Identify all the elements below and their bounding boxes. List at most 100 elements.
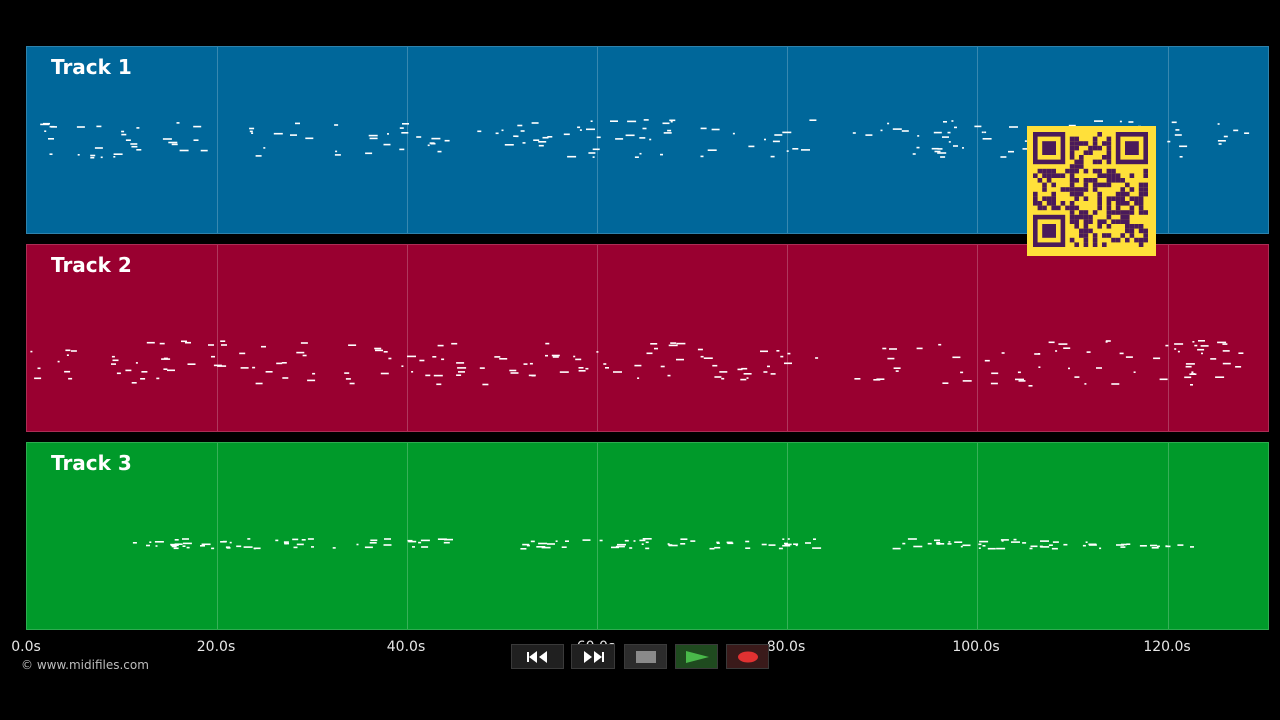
qr-module xyxy=(1074,214,1079,220)
midi-note xyxy=(510,372,519,374)
midi-note xyxy=(1222,362,1231,365)
midi-note xyxy=(263,147,266,149)
midi-note xyxy=(901,130,909,132)
play-button[interactable] xyxy=(675,644,718,669)
midi-note xyxy=(509,369,517,372)
qr-code-image xyxy=(1033,132,1148,247)
midi-note xyxy=(1084,383,1087,385)
qr-module xyxy=(1079,155,1084,160)
midi-note xyxy=(934,150,941,153)
midi-note xyxy=(979,540,989,543)
midi-note xyxy=(1244,132,1250,134)
fast-forward-button[interactable] xyxy=(571,644,615,669)
qr-module xyxy=(1092,141,1098,146)
record-icon xyxy=(737,651,758,662)
midi-note xyxy=(649,138,652,141)
qr-module xyxy=(1060,201,1066,206)
rewind-button[interactable] xyxy=(511,644,564,669)
midi-note xyxy=(51,126,57,128)
midi-note xyxy=(1001,540,1004,542)
qr-module xyxy=(1074,205,1079,211)
midi-note xyxy=(605,367,609,369)
qr-module xyxy=(1129,228,1135,234)
midi-note xyxy=(1048,341,1055,344)
midi-note xyxy=(1096,367,1102,369)
midi-note xyxy=(530,540,535,543)
midi-note xyxy=(1011,541,1020,543)
qr-module xyxy=(1083,150,1089,155)
midi-note xyxy=(1040,546,1050,548)
qr-module xyxy=(1129,173,1135,178)
midi-note xyxy=(1099,547,1102,550)
record-button[interactable] xyxy=(726,644,769,669)
qr-module xyxy=(1074,145,1079,151)
midi-note xyxy=(1197,348,1205,351)
qr-module xyxy=(1125,201,1130,206)
midi-note xyxy=(561,546,567,548)
midi-note xyxy=(668,344,678,347)
qr-module xyxy=(1125,219,1130,224)
qr-module xyxy=(1097,224,1102,229)
midi-note xyxy=(611,546,619,549)
midi-note xyxy=(499,358,508,360)
qr-module xyxy=(1120,214,1125,220)
midi-note xyxy=(887,357,895,360)
midi-note xyxy=(401,365,404,367)
midi-note xyxy=(345,378,351,380)
time-tick-label: 0.0s xyxy=(11,639,41,655)
track-2-lane[interactable]: Track 2 xyxy=(26,244,1269,432)
midi-note xyxy=(419,359,425,362)
qr-module xyxy=(1046,173,1052,178)
qr-module xyxy=(1069,187,1075,192)
midi-note xyxy=(112,359,119,362)
midi-note xyxy=(135,362,138,364)
midi-note xyxy=(907,538,917,540)
midi-note xyxy=(639,539,646,542)
midi-note xyxy=(285,542,289,545)
notes-area xyxy=(30,340,1244,387)
qr-module xyxy=(1097,145,1102,151)
midi-note xyxy=(1009,126,1018,128)
midi-note xyxy=(437,150,442,153)
midi-note xyxy=(764,138,766,141)
qr-module xyxy=(1074,224,1079,229)
midi-note xyxy=(311,546,314,548)
qr-module xyxy=(1097,205,1102,211)
midi-note xyxy=(991,372,999,375)
midi-note xyxy=(182,538,189,540)
midi-note xyxy=(76,126,85,128)
midi-note xyxy=(200,545,205,547)
midi-note xyxy=(70,350,77,352)
midi-note xyxy=(880,129,883,132)
qr-code xyxy=(1027,126,1156,256)
midi-note xyxy=(1177,350,1180,353)
qr-module xyxy=(1129,196,1135,201)
midi-note xyxy=(916,146,920,149)
midi-note xyxy=(146,544,150,547)
midi-note xyxy=(171,143,178,146)
qr-module xyxy=(1106,205,1112,211)
midi-note xyxy=(1133,371,1136,373)
qr-module xyxy=(1097,196,1102,201)
qr-module xyxy=(1033,201,1038,206)
midi-note xyxy=(815,357,819,359)
midi-note xyxy=(430,142,436,145)
midi-note xyxy=(240,367,249,369)
midi-note xyxy=(140,378,146,380)
qr-module xyxy=(1069,205,1075,211)
midi-note xyxy=(709,547,715,550)
midi-note xyxy=(805,542,811,544)
track-3-lane[interactable]: Track 3 xyxy=(26,442,1269,630)
qr-module xyxy=(1083,233,1089,238)
midi-note xyxy=(603,363,607,365)
midi-note xyxy=(162,138,172,140)
midi-note xyxy=(740,378,747,381)
midi-note xyxy=(383,351,388,353)
stop-button[interactable] xyxy=(624,644,667,669)
midi-note xyxy=(436,383,442,386)
qr-module xyxy=(1097,182,1102,188)
qr-module xyxy=(1079,187,1084,192)
midi-note xyxy=(149,541,152,543)
midi-note xyxy=(131,382,137,384)
midi-note xyxy=(1174,134,1182,136)
